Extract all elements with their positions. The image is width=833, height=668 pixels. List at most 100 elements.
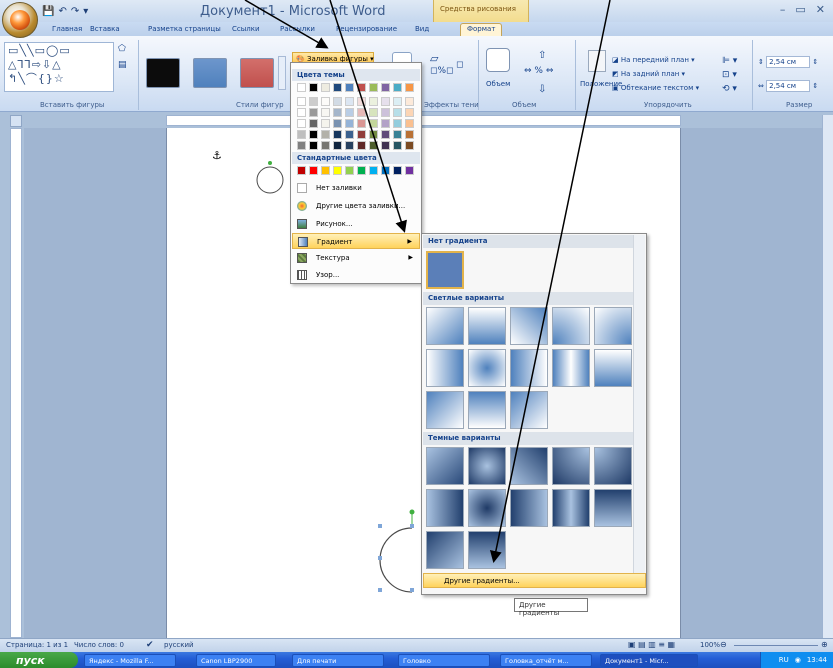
theme-color-swatch[interactable] bbox=[297, 97, 306, 106]
gradient-swatch-dark[interactable] bbox=[468, 489, 506, 527]
start-button[interactable]: пуск bbox=[0, 652, 78, 668]
office-button[interactable] bbox=[2, 2, 38, 38]
gradient-swatch-dark[interactable] bbox=[468, 447, 506, 485]
theme-color-swatch[interactable] bbox=[369, 97, 378, 106]
zoom-level[interactable]: 100% bbox=[700, 641, 720, 649]
tab-format[interactable]: Формат bbox=[460, 23, 503, 36]
gradient-swatch-none[interactable] bbox=[426, 251, 464, 289]
gradient-swatch-dark[interactable] bbox=[510, 489, 548, 527]
theme-color-swatch[interactable] bbox=[369, 141, 378, 150]
gradient-swatch-dark[interactable] bbox=[468, 531, 506, 569]
theme-color-swatch[interactable] bbox=[393, 130, 402, 139]
height-spinner[interactable]: ⇕ 2,54 см ⇕ bbox=[758, 56, 818, 68]
minimize-button[interactable]: – bbox=[780, 3, 786, 16]
small-circle-shape[interactable] bbox=[250, 158, 290, 198]
gradient-swatch-light[interactable] bbox=[552, 349, 590, 387]
standard-color-swatch[interactable] bbox=[405, 166, 414, 175]
gradient-swatch-light[interactable] bbox=[510, 307, 548, 345]
gradient-swatch-dark[interactable] bbox=[594, 447, 632, 485]
text-wrap-button[interactable]: ▣ Обтекание текстом ▾ bbox=[612, 84, 699, 92]
vertical-scrollbar[interactable] bbox=[822, 115, 833, 638]
proofing-icon[interactable]: ✔ bbox=[146, 640, 154, 650]
standard-color-swatch[interactable] bbox=[321, 166, 330, 175]
language-bar[interactable]: RU bbox=[779, 656, 789, 664]
standard-color-swatch[interactable] bbox=[309, 166, 318, 175]
more-gradients-button[interactable]: Другие градиенты... bbox=[423, 573, 646, 588]
standard-color-swatch[interactable] bbox=[393, 166, 402, 175]
theme-color-swatch[interactable] bbox=[321, 130, 330, 139]
submenu-scrollbar[interactable] bbox=[633, 235, 645, 585]
theme-color-swatch[interactable] bbox=[381, 83, 390, 92]
bring-front-button[interactable]: ◪ На передний план ▾ bbox=[612, 56, 695, 64]
close-button[interactable]: ✕ bbox=[816, 3, 825, 16]
theme-color-swatch[interactable] bbox=[309, 119, 318, 128]
theme-color-swatch[interactable] bbox=[333, 108, 342, 117]
theme-color-swatch[interactable] bbox=[297, 119, 306, 128]
nudge-shadow-right-icon[interactable]: ◻ bbox=[456, 60, 463, 70]
theme-color-swatch[interactable] bbox=[345, 130, 354, 139]
theme-color-swatch[interactable] bbox=[357, 108, 366, 117]
3d-tilt-icons[interactable]: ⇔ % ⇔ bbox=[524, 66, 553, 76]
gradient-swatch-dark[interactable] bbox=[552, 447, 590, 485]
tab-mailings[interactable]: Рассылки bbox=[280, 25, 315, 33]
theme-color-swatch[interactable] bbox=[297, 130, 306, 139]
theme-color-swatch[interactable] bbox=[345, 119, 354, 128]
taskbar-item[interactable]: Яндекс - Mozilla F... bbox=[84, 654, 176, 667]
width-field[interactable]: 2,54 см bbox=[766, 80, 811, 92]
tab-page-layout[interactable]: Разметка страницы bbox=[148, 25, 221, 33]
theme-color-swatch[interactable] bbox=[369, 108, 378, 117]
gradient-swatch-light[interactable] bbox=[594, 307, 632, 345]
taskbar-item[interactable]: Для печати bbox=[292, 654, 384, 667]
gradient-swatch-dark[interactable] bbox=[426, 489, 464, 527]
shadow-toggle-icon[interactable]: ▱ bbox=[430, 52, 438, 65]
theme-color-swatch[interactable] bbox=[333, 130, 342, 139]
gradient-swatch-dark[interactable] bbox=[552, 489, 590, 527]
tab-review[interactable]: Рецензирование bbox=[336, 25, 397, 33]
theme-color-swatch[interactable] bbox=[357, 141, 366, 150]
theme-color-swatch[interactable] bbox=[381, 130, 390, 139]
group-icon[interactable]: ⊡ ▾ bbox=[722, 70, 737, 80]
vertical-ruler[interactable] bbox=[10, 128, 22, 638]
gradient-swatch-light[interactable] bbox=[510, 349, 548, 387]
shapes-gallery[interactable]: ▭╲╲▭◯▭ △⅂⅂⇨⇩△ ↰╲⌒{}☆ bbox=[4, 42, 114, 92]
volume-label[interactable]: Объем bbox=[486, 80, 510, 88]
theme-color-swatch[interactable] bbox=[405, 83, 414, 92]
ruler-toggle[interactable] bbox=[10, 115, 22, 127]
theme-color-swatch[interactable] bbox=[369, 83, 378, 92]
theme-color-swatch[interactable] bbox=[393, 83, 402, 92]
theme-color-swatch[interactable] bbox=[297, 141, 306, 150]
theme-color-swatch[interactable] bbox=[381, 141, 390, 150]
3d-tilt-up-icon[interactable]: ⇧ bbox=[538, 50, 546, 61]
theme-color-swatch[interactable] bbox=[405, 108, 414, 117]
theme-color-swatch[interactable] bbox=[405, 119, 414, 128]
theme-color-swatch[interactable] bbox=[381, 97, 390, 106]
gradient-swatch-light[interactable] bbox=[426, 349, 464, 387]
theme-color-swatch[interactable] bbox=[369, 130, 378, 139]
theme-color-swatch[interactable] bbox=[381, 119, 390, 128]
gradient-swatch-light[interactable] bbox=[468, 391, 506, 429]
standard-color-swatch[interactable] bbox=[333, 166, 342, 175]
theme-color-swatch[interactable] bbox=[345, 97, 354, 106]
theme-color-swatch[interactable] bbox=[393, 97, 402, 106]
tab-home[interactable]: Главная bbox=[52, 25, 82, 33]
theme-color-swatch[interactable] bbox=[345, 108, 354, 117]
height-field[interactable]: 2,54 см bbox=[766, 56, 811, 68]
theme-color-swatch[interactable] bbox=[333, 141, 342, 150]
menu-item-pattern[interactable]: Узор... bbox=[292, 267, 420, 283]
theme-color-swatch[interactable] bbox=[297, 83, 306, 92]
gradient-swatch-light[interactable] bbox=[552, 307, 590, 345]
qat-menu-icon[interactable]: ▾ bbox=[83, 6, 88, 17]
clock[interactable]: 13:44 bbox=[807, 656, 827, 664]
theme-color-swatch[interactable] bbox=[309, 83, 318, 92]
word-count[interactable]: Число слов: 0 bbox=[74, 641, 124, 649]
theme-color-swatch[interactable] bbox=[405, 130, 414, 139]
theme-color-swatch[interactable] bbox=[309, 108, 318, 117]
save-icon[interactable]: 💾 bbox=[42, 6, 54, 17]
gradient-swatch-dark[interactable] bbox=[426, 531, 464, 569]
gradient-swatch-dark[interactable] bbox=[594, 489, 632, 527]
theme-color-swatch[interactable] bbox=[309, 130, 318, 139]
standard-color-swatch[interactable] bbox=[381, 166, 390, 175]
gradient-swatch-light[interactable] bbox=[510, 391, 548, 429]
menu-item-picture[interactable]: Рисунок... bbox=[292, 216, 420, 232]
page-count[interactable]: Страница: 1 из 1 bbox=[6, 641, 68, 649]
